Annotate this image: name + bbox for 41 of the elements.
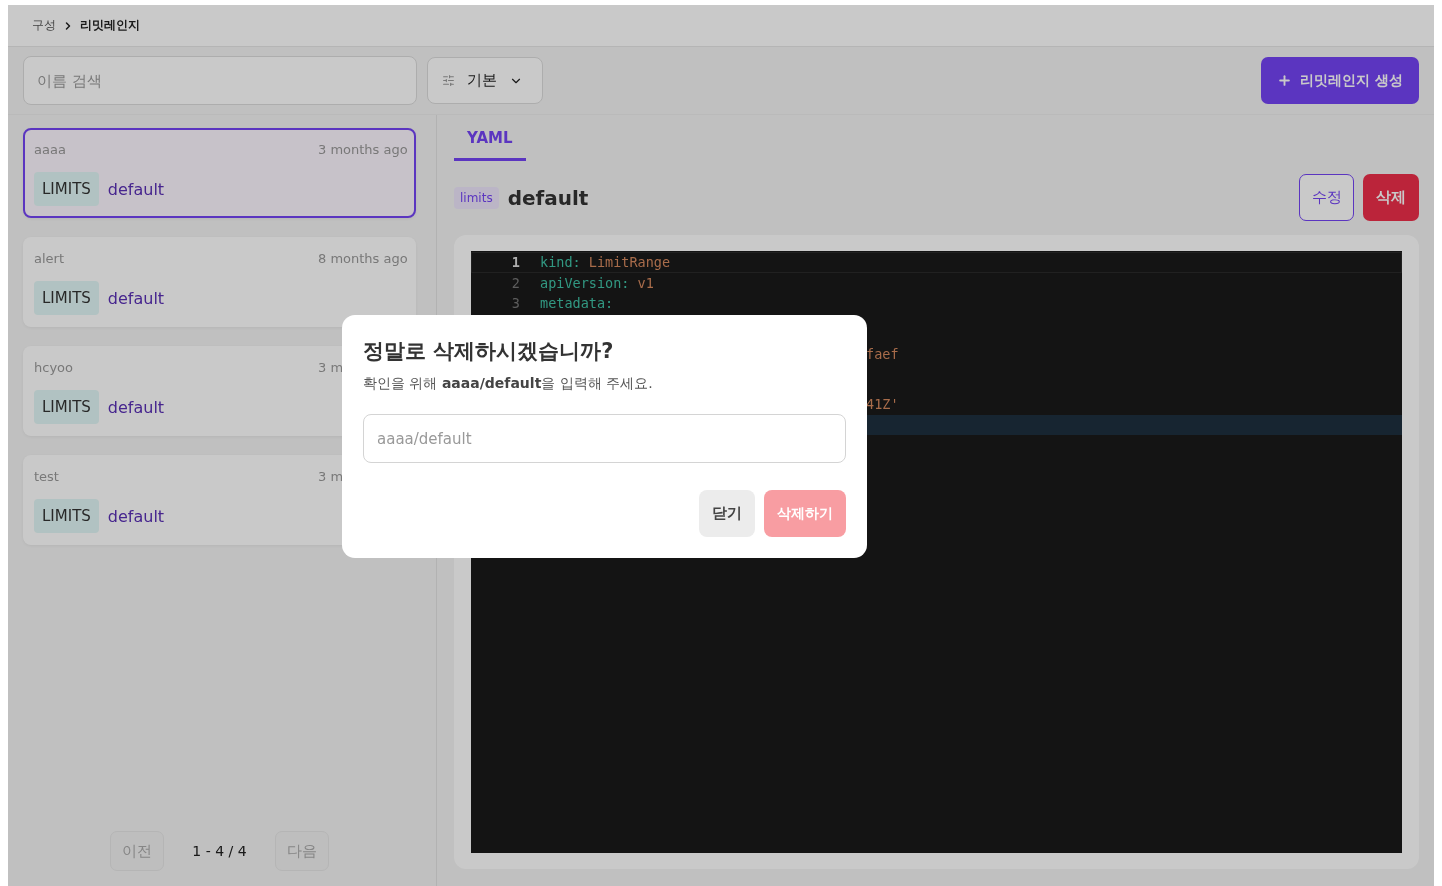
- item-label: default: [107, 288, 165, 308]
- item-label: default: [107, 506, 165, 526]
- code-line: metadata:: [540, 295, 614, 312]
- close-button[interactable]: 닫기: [699, 490, 755, 537]
- kind-badge: LIMITS: [34, 390, 99, 424]
- kind-badge: LIMITS: [34, 499, 99, 533]
- delete-button[interactable]: 삭제: [1363, 174, 1419, 221]
- kind-badge: limits: [454, 186, 499, 209]
- item-time: 8 months ago: [318, 251, 405, 266]
- edit-button[interactable]: 수정: [1299, 174, 1354, 221]
- sliders-icon: [442, 74, 455, 87]
- list-card[interactable]: aaaa 3 months ago LIMITS default: [23, 128, 416, 218]
- item-name: aaaa: [34, 142, 66, 157]
- line-number: 3: [510, 295, 520, 312]
- kind-badge: LIMITS: [34, 172, 99, 206]
- tab[interactable]: YAML: [454, 119, 526, 161]
- filter-dropdown[interactable]: 기본: [427, 57, 543, 104]
- detail-title: default: [507, 185, 589, 210]
- item-time: 3 m: [318, 469, 345, 484]
- search-field[interactable]: 이름 검색: [23, 56, 417, 105]
- page-range: 1 - 4 / 4: [192, 843, 247, 859]
- confirm-input-field[interactable]: aaaa/default: [363, 414, 846, 463]
- code-fragment: faef: [866, 345, 899, 362]
- item-name: hcyoo: [34, 360, 73, 375]
- kind-badge: LIMITS: [34, 281, 99, 315]
- breadcrumb-item: 리밋레인지: [80, 17, 140, 34]
- item-label: default: [107, 179, 165, 199]
- item-label: default: [107, 397, 165, 417]
- item-name: alert: [34, 251, 65, 266]
- code-line: apiVersion: v1: [540, 274, 654, 291]
- line-number: 2: [510, 274, 520, 291]
- list-card[interactable]: alert 8 months ago LIMITS default: [23, 237, 416, 327]
- line-number: 1: [510, 254, 520, 271]
- plus-icon: [1277, 73, 1293, 88]
- code-fragment: 41Z': [866, 396, 899, 413]
- item-time: 3 months ago: [318, 142, 405, 157]
- item-name: test: [34, 469, 59, 484]
- create-button[interactable]: 리밋레인지 생성: [1261, 57, 1419, 104]
- item-time: 3 m: [318, 360, 345, 375]
- breadcrumb-item[interactable]: 구성: [32, 17, 56, 34]
- code-line: kind: LimitRange: [540, 254, 671, 271]
